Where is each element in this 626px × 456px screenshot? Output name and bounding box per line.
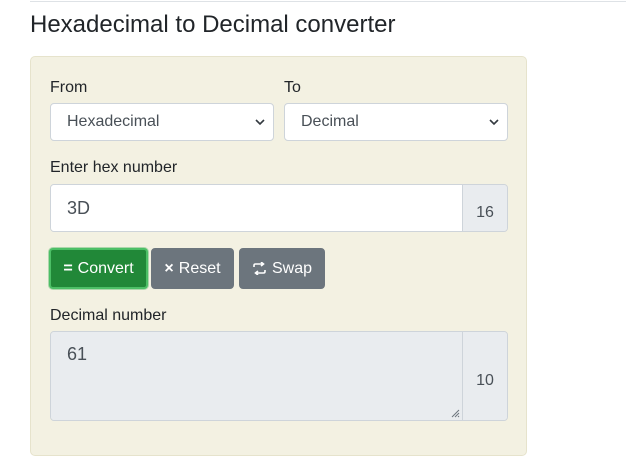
to-select-value: Decimal <box>301 113 359 130</box>
swap-button[interactable]: Swap <box>239 248 325 289</box>
convert-button[interactable]: = Convert <box>49 248 148 289</box>
input-base-addon: 16 <box>462 185 507 231</box>
input-base-value: 16 <box>476 204 494 221</box>
output-base-addon: 10 <box>462 332 507 420</box>
reset-button[interactable]: × Reset <box>151 248 234 289</box>
hex-input[interactable]: 3D <box>51 185 462 231</box>
equals-icon: = <box>63 259 73 277</box>
input-label: Enter hex number <box>50 159 178 176</box>
swap-button-label: Swap <box>271 259 313 277</box>
to-label: To <box>284 79 301 96</box>
decimal-output-group: 61 10 <box>50 331 508 421</box>
hex-input-group: 3D 16 <box>50 184 508 232</box>
reset-button-label: Reset <box>178 259 221 277</box>
from-select-value: Hexadecimal <box>67 113 160 130</box>
decimal-output[interactable]: 61 <box>51 332 462 420</box>
to-select[interactable]: Decimal <box>284 103 508 141</box>
hex-input-value: 3D <box>67 197 91 218</box>
convert-button-label: Convert <box>77 259 134 277</box>
top-divider <box>30 1 626 2</box>
decimal-output-value: 61 <box>67 344 88 364</box>
output-label: Decimal number <box>50 307 167 324</box>
page-title: Hexadecimal to Decimal converter <box>30 11 396 38</box>
resize-grip-icon[interactable] <box>450 408 460 418</box>
chevron-down-icon <box>489 119 499 126</box>
output-base-value: 10 <box>476 372 494 389</box>
from-label: From <box>50 79 88 96</box>
swap-icon <box>253 262 266 275</box>
from-select[interactable]: Hexadecimal <box>50 103 274 141</box>
chevron-down-icon <box>255 119 265 126</box>
times-icon: × <box>164 259 174 277</box>
